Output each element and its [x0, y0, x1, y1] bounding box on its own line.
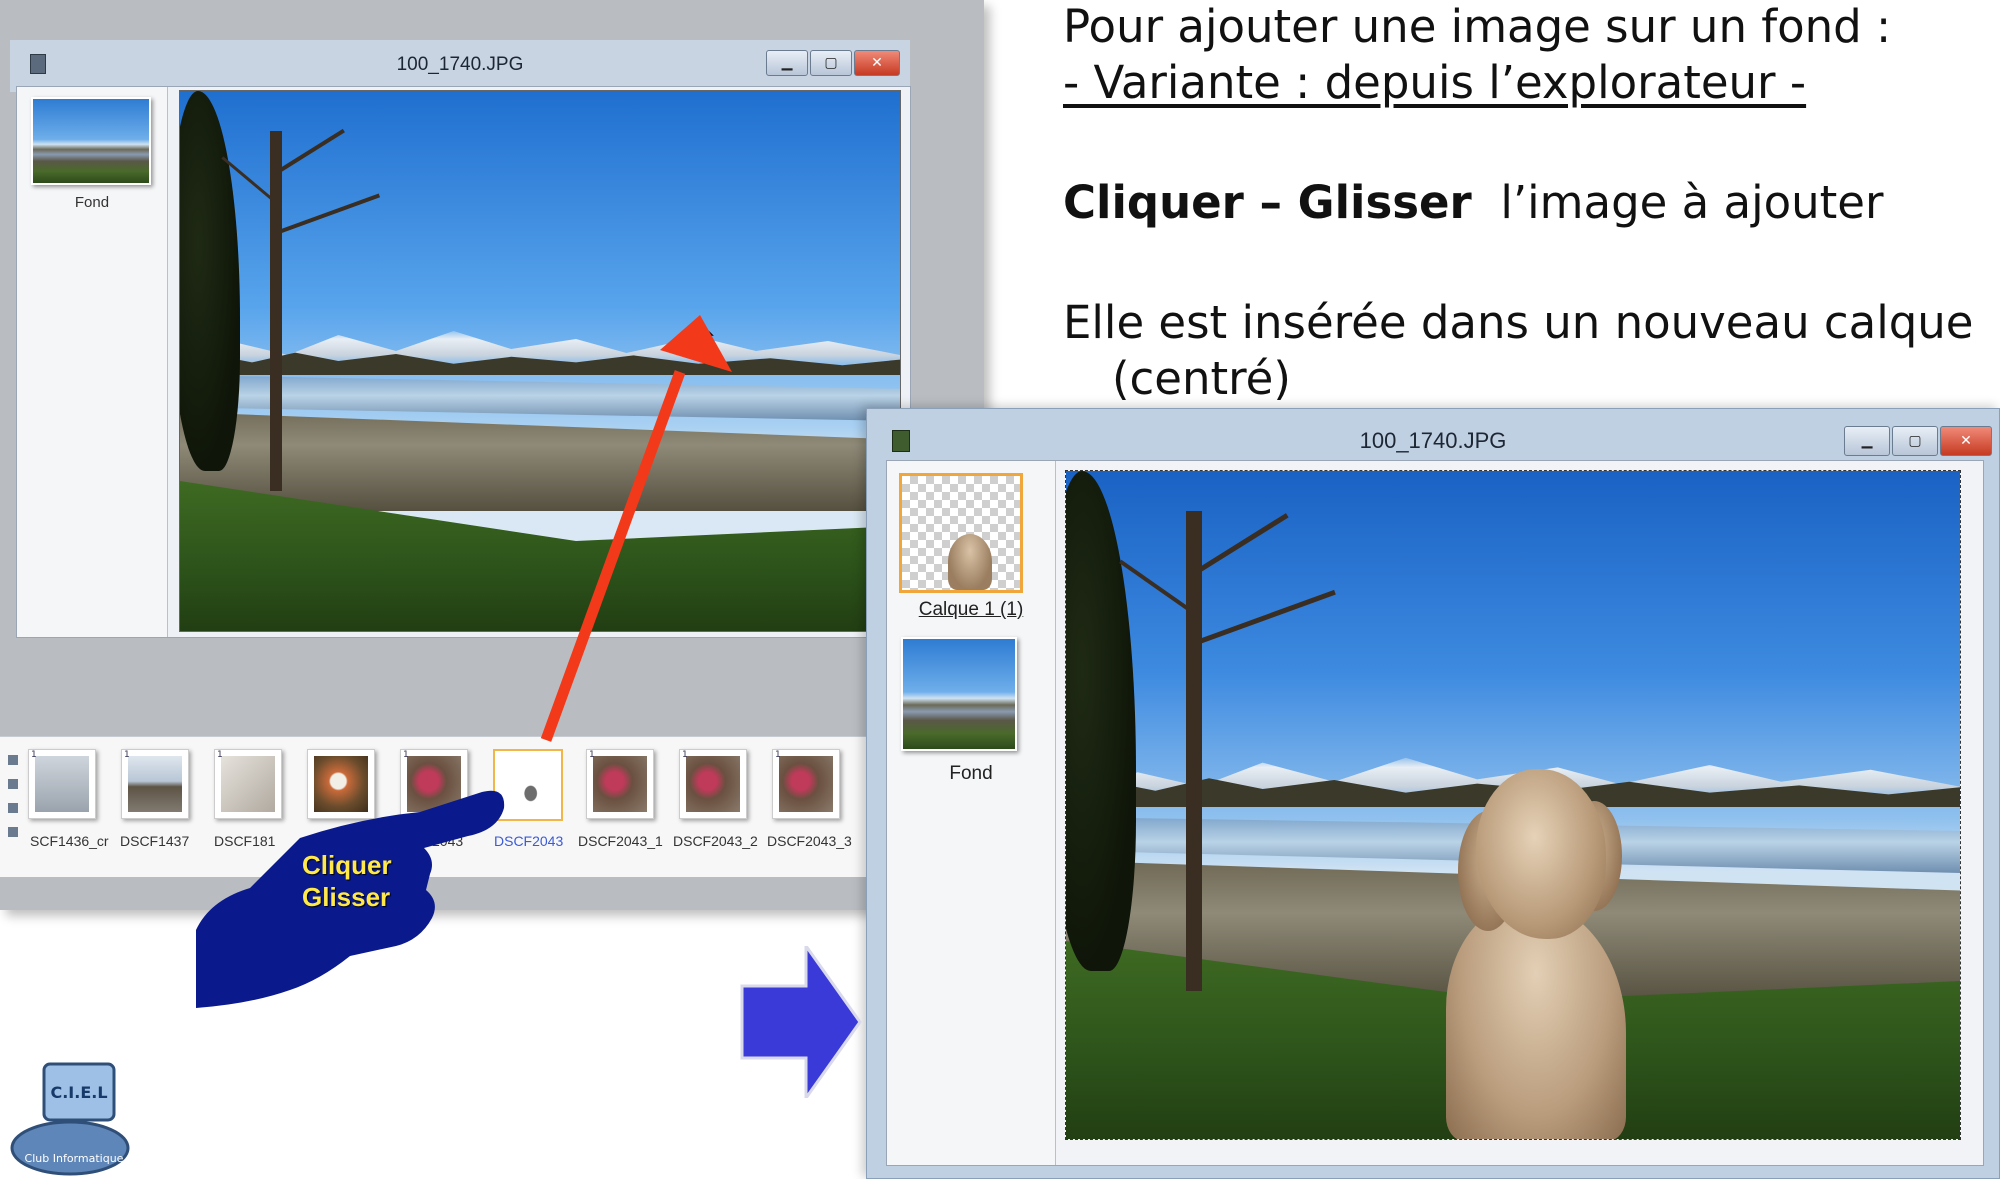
explorer-filmstrip[interactable]: 1 1 1 1 1 1 1 SCF1436_cr DSCF1437 DSCF18…	[0, 736, 880, 877]
layer-label-fond: Fond	[949, 763, 993, 784]
layer-label-calque[interactable]: Calque 1 (1)	[887, 599, 1055, 621]
ciel-logo: C.I.E.L Club Informatique	[10, 1062, 130, 1176]
filmstrip-side-icons	[8, 755, 22, 845]
instruction-action-bold: Cliquer – Glisser	[1063, 176, 1472, 229]
window-after: 100_1740.JPG ▁ ▢ ✕ Calque 1 (1) Fond	[866, 408, 2000, 1179]
film-thumb[interactable]: 1	[400, 749, 468, 819]
layer-thumb-fond[interactable]	[901, 637, 1017, 751]
film-label: DSCF2043_1	[578, 833, 663, 849]
window-body: Fond	[16, 86, 911, 638]
svg-text:C.I.E.L: C.I.E.L	[50, 1083, 107, 1102]
film-thumb[interactable]: 1	[679, 749, 747, 819]
maximize-button[interactable]: ▢	[1892, 426, 1938, 456]
film-thumb[interactable]: 1	[121, 749, 189, 819]
layers-panel: Fond	[17, 87, 168, 637]
layer-thumb-fond[interactable]	[31, 97, 151, 185]
image-canvas[interactable]	[1065, 470, 1961, 1140]
hand-callout-line1: Cliquer	[302, 850, 392, 880]
dog-thumbnail	[948, 534, 992, 590]
window-title: 100_1740.JPG	[1359, 428, 1507, 453]
minimize-button[interactable]: ▁	[1844, 426, 1890, 456]
window-before: 100_1740.JPG ▁ ▢ ✕ Fond 1 1 1 1 1 1 1 SC…	[0, 0, 984, 910]
film-label: DSCF181	[214, 833, 276, 849]
instruction-action: Cliquer – Glisser l’image à ajouter	[1063, 176, 1883, 229]
film-label: SCF2043	[404, 833, 464, 849]
instruction-action-rest: l’image à ajouter	[1500, 176, 1884, 229]
film-thumb[interactable]: 1	[586, 749, 654, 819]
mouse-cursor-icon	[696, 319, 714, 346]
instruction-variant: - Variante : depuis l’explorateur -	[1063, 56, 1807, 109]
film-label-selected: DSCF2043	[494, 833, 564, 849]
instruction-result-line1: Elle est insérée dans un nouveau calque	[1063, 296, 1974, 349]
svg-text:Club Informatique: Club Informatique	[25, 1152, 124, 1165]
film-label: SCF1436_cr	[30, 833, 109, 849]
instruction-title: Pour ajouter une image sur un fond :	[1063, 0, 1892, 53]
instruction-result-line2: (centré)	[1112, 352, 1291, 405]
hand-callout: Cliquer Glisser	[302, 849, 392, 913]
close-button[interactable]: ✕	[854, 50, 900, 76]
film-label: DSCF2043_2	[673, 833, 758, 849]
next-step-arrow-icon	[740, 946, 862, 1098]
film-thumb[interactable]: 1	[28, 749, 96, 819]
image-canvas[interactable]	[179, 90, 901, 632]
film-thumb-selected[interactable]	[493, 749, 563, 821]
close-button[interactable]: ✕	[1940, 426, 1992, 456]
film-thumb[interactable]: 1	[772, 749, 840, 819]
film-label: DSCF2043_3	[767, 833, 852, 849]
film-label: DSCF1437	[120, 833, 190, 849]
window-titlebar[interactable]: 100_1740.JPG ▁ ▢ ✕	[10, 40, 910, 92]
window-titlebar[interactable]: 100_1740.JPG ▁ ▢ ✕	[866, 408, 2000, 464]
film-thumb[interactable]: 1	[214, 749, 282, 819]
film-thumb[interactable]	[307, 749, 375, 819]
hand-callout-line2: Glisser	[302, 882, 391, 912]
layer-thumb-calque-selected[interactable]	[899, 473, 1023, 593]
layer-label-fond: Fond	[74, 194, 110, 211]
minimize-button[interactable]: ▁	[766, 50, 808, 76]
maximize-button[interactable]: ▢	[810, 50, 852, 76]
window-body: Calque 1 (1) Fond	[886, 460, 1984, 1166]
layers-panel: Calque 1 (1) Fond	[887, 461, 1056, 1165]
